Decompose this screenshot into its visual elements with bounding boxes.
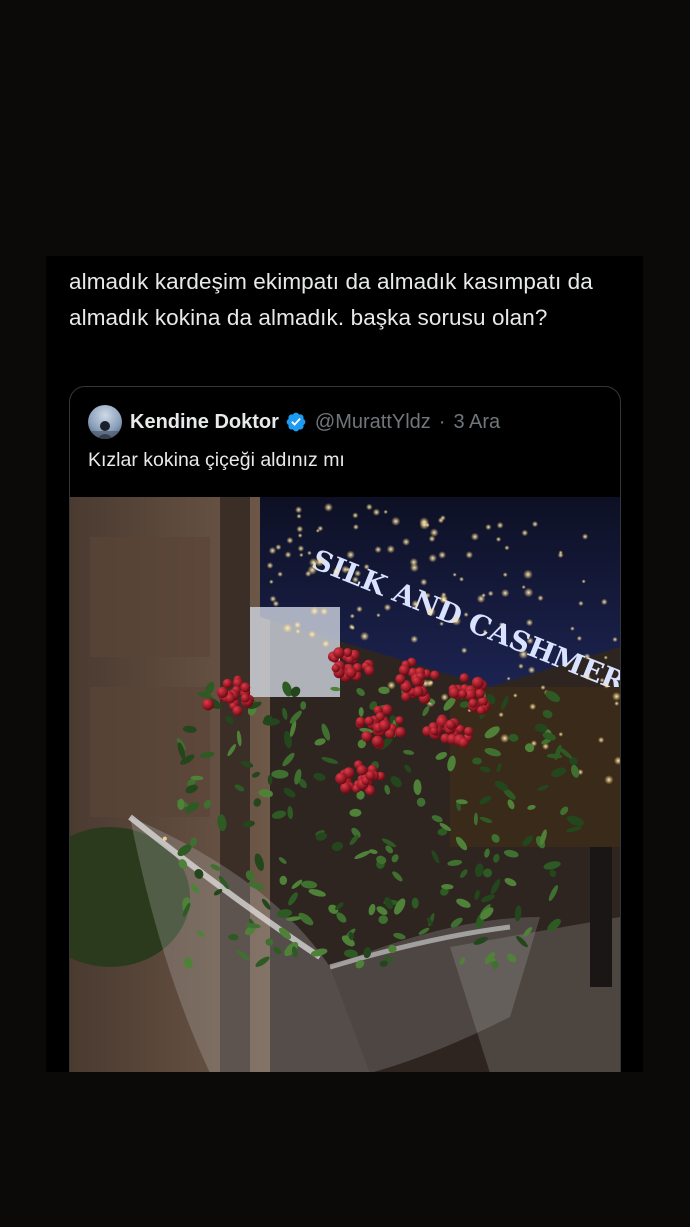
avatar[interactable] (88, 405, 122, 439)
tweet-photo[interactable]: SILK AND CASHMERE (70, 497, 620, 1072)
tweet-text: almadık kardeşim ekimpatı da almadık kas… (69, 269, 593, 330)
timestamp[interactable]: 3 Ara (453, 411, 500, 434)
quoted-tweet-header: Kendine Doktor @MurattYldz · 3 Ara (88, 404, 500, 440)
tweet-card[interactable]: almadık kardeşim ekimpatı da almadık kas… (46, 256, 643, 1072)
separator: · (438, 410, 446, 433)
quoted-tweet[interactable]: Kendine Doktor @MurattYldz · 3 Ara Kızla… (69, 386, 621, 1072)
verified-badge-icon (286, 412, 306, 432)
handle: @MurattYldz (314, 410, 431, 433)
quoted-tweet-text: Kızlar kokina çiçeği aldınız mı (88, 449, 345, 471)
display-name[interactable]: Kendine Doktor (130, 411, 279, 434)
